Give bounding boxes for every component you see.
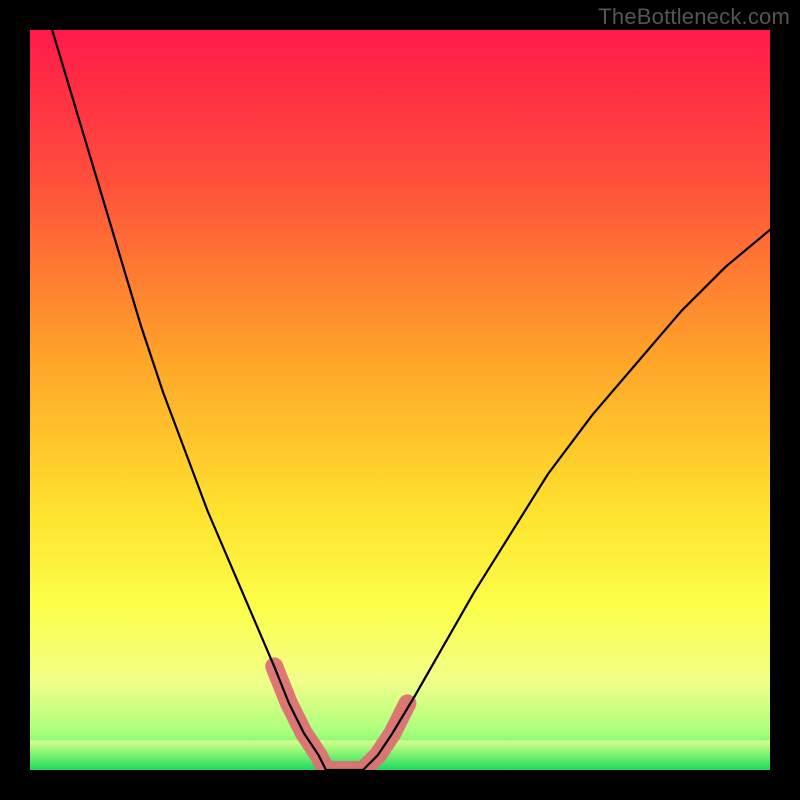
green-bottom-band [30, 740, 770, 770]
chart-frame: TheBottleneck.com [0, 0, 800, 800]
watermark-text: TheBottleneck.com [598, 4, 790, 30]
plot-area [30, 30, 770, 770]
gradient-background [30, 30, 770, 770]
bottleneck-chart-svg [30, 30, 770, 770]
